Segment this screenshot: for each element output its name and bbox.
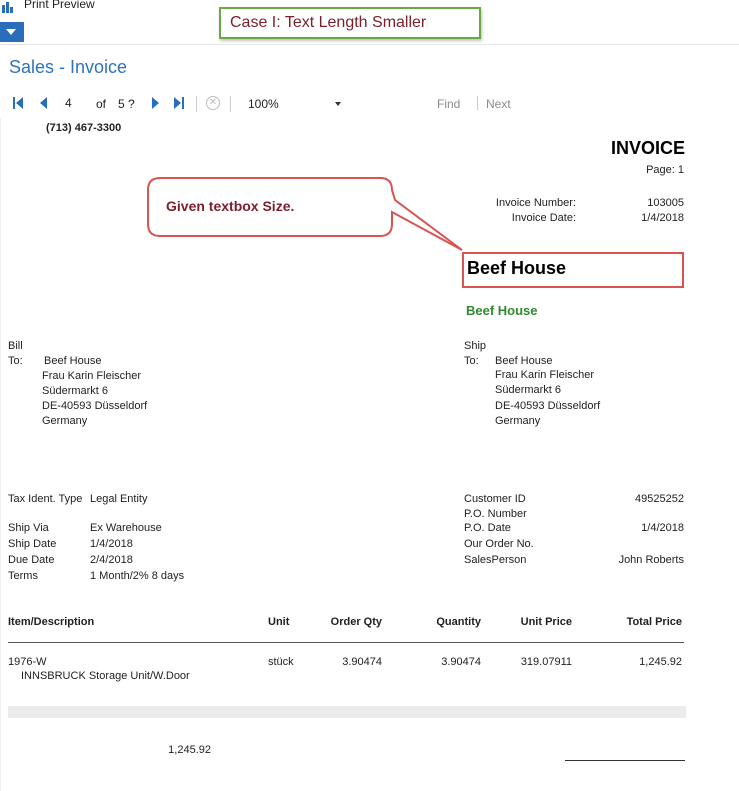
bill-to-label: Bill [8, 340, 23, 352]
line-item-order-qty: 3.90474 [342, 656, 382, 668]
field-value: Legal Entity [90, 493, 148, 505]
line-item-description: INNSBRUCK Storage Unit/W.Door [21, 670, 190, 682]
field-value: 49525252 [635, 493, 684, 505]
field-label: Customer ID [464, 493, 526, 505]
bill-to-line: DE-40593 Düsseldorf [42, 400, 148, 412]
column-header-order-qty: Order Qty [330, 616, 382, 628]
field-label: P.O. Date [464, 522, 511, 534]
field-value: 1/4/2018 [641, 522, 684, 534]
line-item-unit-price: 319.07911 [520, 656, 572, 668]
customer-name-large: Beef House [467, 258, 567, 278]
field-value: Ex Warehouse [90, 522, 162, 534]
column-header-total-price: Total Price [626, 616, 682, 628]
field-label: Terms [8, 570, 38, 582]
bill-to-line: Beef House [44, 355, 102, 367]
column-header-unit-price: Unit Price [520, 616, 572, 628]
bill-to-line: Frau Karin Fleischer [42, 370, 142, 382]
field-label: Ship Via [8, 522, 49, 534]
field-label: Ship Date [8, 538, 57, 550]
field-value: 1 Month/2% 8 days [90, 570, 185, 582]
field-label: Tax Ident. Type [8, 493, 83, 505]
subtotal-value: 1,245.92 [168, 744, 211, 756]
ship-to-label: Ship [464, 340, 487, 352]
shaded-separator [8, 706, 686, 718]
field-label: Our Order No. [464, 538, 534, 550]
field-label: SalesPerson [464, 554, 527, 566]
line-item-total-price: 1,245.92 [639, 656, 682, 668]
field-value: 1/4/2018 [90, 538, 133, 550]
ship-to-line: Germany [495, 415, 541, 427]
ship-to-line: DE-40593 Düsseldorf [495, 400, 601, 412]
line-item-quantity: 3.90474 [441, 656, 481, 668]
field-value: John Roberts [618, 554, 684, 566]
ship-to-label: To: [464, 355, 479, 367]
column-header-item: Item/Description [8, 616, 95, 628]
callout-text: Given textbox Size. [166, 198, 295, 214]
divider [8, 642, 684, 643]
field-value: 2/4/2018 [90, 554, 133, 566]
ship-to-line: Südermarkt 6 [495, 384, 562, 396]
ship-to-line: Beef House [495, 355, 553, 367]
bill-to-label: To: [8, 355, 23, 367]
customer-name-green: Beef House [466, 303, 538, 318]
field-label: P.O. Number [464, 508, 527, 520]
field-label: Due Date [8, 554, 55, 566]
line-item-unit: stück [268, 656, 294, 668]
bill-to-line: Südermarkt 6 [42, 385, 109, 397]
column-header-quantity: Quantity [436, 616, 481, 628]
column-header-unit: Unit [268, 616, 290, 628]
ship-to-line: Frau Karin Fleischer [495, 369, 595, 381]
total-underline [565, 760, 685, 761]
bill-to-line: Germany [42, 415, 88, 427]
line-item-no: 1976-W [8, 656, 47, 668]
